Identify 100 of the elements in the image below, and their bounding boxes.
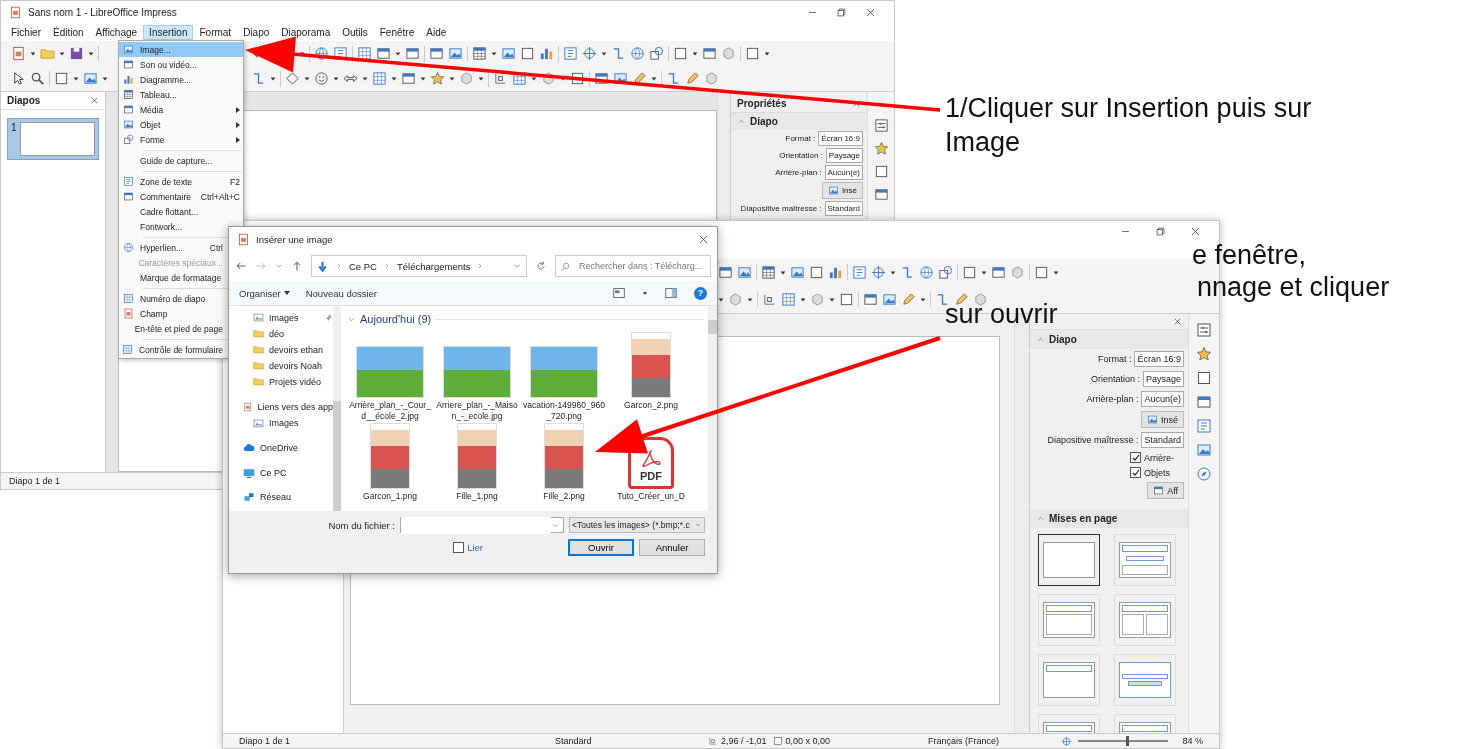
window-icon[interactable] — [991, 264, 1006, 280]
document-icon[interactable] — [123, 308, 134, 319]
command-button[interactable]: Nouveau dossier — [305, 287, 377, 299]
picture-icon[interactable] — [448, 46, 463, 61]
nav-item[interactable]: Projets vidéo — [269, 376, 322, 387]
checkbox[interactable] — [453, 542, 465, 553]
menu-item[interactable]: Édition — [47, 24, 90, 40]
globe-icon[interactable] — [630, 46, 645, 61]
image-thumbnail[interactable] — [356, 346, 424, 398]
menu-item[interactable]: Média — [119, 102, 243, 117]
insert-image-button[interactable]: Insé — [1141, 411, 1184, 428]
close-icon[interactable] — [698, 233, 709, 245]
diamond-icon[interactable] — [285, 71, 300, 86]
connector-icon[interactable] — [935, 291, 950, 307]
shapes-icon[interactable] — [649, 46, 664, 61]
nav-item[interactable]: Images — [269, 312, 299, 323]
preview-pane-icon[interactable] — [664, 286, 678, 300]
scrollbar[interactable] — [708, 306, 717, 511]
dropdown-field[interactable]: Aucun(e) — [824, 165, 863, 180]
chevron-up-icon[interactable] — [737, 117, 746, 126]
star-icon[interactable] — [430, 71, 445, 86]
crosshair-icon[interactable] — [1061, 735, 1073, 747]
shapes-icon[interactable] — [123, 134, 134, 145]
compass-icon[interactable] — [1196, 466, 1212, 482]
pencil-icon[interactable] — [685, 71, 700, 86]
zoom-level[interactable]: 84 % — [1174, 736, 1211, 746]
image-thumbnail[interactable] — [443, 346, 511, 398]
bar-chart-icon[interactable] — [123, 74, 134, 85]
sliders-icon[interactable] — [873, 118, 889, 133]
breadcrumb-item[interactable]: Téléchargements — [397, 260, 471, 272]
chevron-up-icon[interactable] — [1036, 335, 1045, 344]
image-thumbnail[interactable] — [544, 423, 584, 489]
menu-item[interactable]: Format — [193, 24, 238, 40]
file-name[interactable]: vacation-149960_960_720.png — [522, 400, 606, 421]
dialog-button[interactable]: Ouvrir — [568, 539, 634, 556]
dropdown-field[interactable]: Écran 16:9 — [818, 131, 863, 146]
window-icon[interactable] — [401, 71, 416, 86]
menu-item[interactable]: Insertion — [143, 24, 194, 40]
picture-icon[interactable] — [790, 264, 805, 280]
menu-item[interactable]: Diapo — [237, 24, 276, 40]
window-icon[interactable] — [123, 59, 134, 70]
table-icon[interactable] — [472, 46, 487, 61]
nav-item[interactable]: devoirs Noah — [269, 360, 323, 371]
back-arrow-icon[interactable] — [235, 260, 247, 272]
section-title[interactable]: Diapo — [1049, 334, 1077, 345]
smiley-icon[interactable] — [314, 71, 329, 86]
square-icon[interactable] — [745, 46, 760, 61]
picture-icon[interactable] — [1196, 442, 1212, 458]
table-icon[interactable] — [123, 89, 134, 100]
document-icon[interactable] — [11, 46, 26, 61]
zoom-icon[interactable] — [30, 71, 45, 86]
close-icon[interactable] — [90, 96, 99, 105]
file-name[interactable]: Arriere_plan_-_Maison_-_ecole.jpg — [435, 400, 519, 421]
star-icon[interactable] — [873, 141, 889, 156]
text-box-icon[interactable] — [123, 176, 134, 187]
pencil-icon[interactable] — [954, 291, 969, 307]
image-thumbnail[interactable] — [370, 423, 410, 489]
menu-item[interactable]: Diaporama — [275, 24, 337, 40]
image-thumbnail[interactable] — [631, 332, 671, 398]
insert-image-button[interactable]: Insé — [821, 182, 863, 199]
view-icon[interactable] — [612, 286, 626, 300]
shapes-icon[interactable] — [938, 264, 953, 280]
file-name[interactable]: Garcon_2.png — [609, 400, 693, 411]
slide-thumbnail[interactable]: 1 — [7, 118, 99, 160]
bar-chart-icon[interactable] — [539, 46, 554, 61]
resize-icon[interactable] — [493, 71, 508, 86]
crosshair-icon[interactable] — [871, 264, 886, 280]
file-name[interactable]: Tuto_Créer_un_D — [609, 491, 693, 502]
search-field[interactable]: Rechercher dans : Télécharg... — [576, 260, 706, 272]
text-box-icon[interactable] — [852, 264, 867, 280]
picture-icon[interactable] — [1147, 414, 1158, 425]
network-icon[interactable] — [243, 491, 255, 504]
close-icon[interactable] — [1190, 226, 1201, 237]
nav-item[interactable]: Ce PC — [260, 467, 287, 478]
file-type-dropdown[interactable]: <Toutes les images> (*.bmp;*.c — [569, 517, 705, 533]
scrollbar[interactable] — [333, 306, 341, 511]
computer-icon[interactable] — [243, 466, 255, 479]
star-icon[interactable] — [1196, 346, 1212, 362]
cloud-icon[interactable] — [243, 441, 255, 454]
image-thumbnail[interactable] — [457, 423, 497, 489]
document-icon[interactable] — [243, 400, 253, 413]
square-icon[interactable] — [839, 291, 854, 307]
window-icon[interactable] — [405, 46, 420, 61]
globe-icon[interactable] — [123, 242, 134, 253]
dropdown-field[interactable]: Aucun(e) — [1141, 391, 1184, 407]
window-icon[interactable] — [429, 46, 444, 61]
dropdown-field[interactable]: Paysage — [825, 148, 863, 163]
resize-icon[interactable] — [708, 736, 718, 746]
menu-item[interactable]: Son ou vidéo... — [119, 57, 243, 72]
nav-item[interactable]: déo — [269, 328, 285, 339]
picture-icon[interactable] — [827, 185, 839, 196]
chevron-down-icon[interactable] — [275, 262, 283, 270]
refresh-icon[interactable] — [535, 260, 547, 272]
menu-item[interactable]: Tableau... — [119, 87, 243, 102]
window-icon[interactable] — [718, 264, 733, 280]
menu-item[interactable]: Forme — [119, 132, 243, 147]
section-title[interactable]: Diapo — [750, 116, 778, 127]
menu-item[interactable]: Guide de capture... — [119, 153, 243, 168]
square-icon[interactable] — [772, 736, 783, 746]
layout-thumbnail[interactable] — [1038, 534, 1100, 586]
